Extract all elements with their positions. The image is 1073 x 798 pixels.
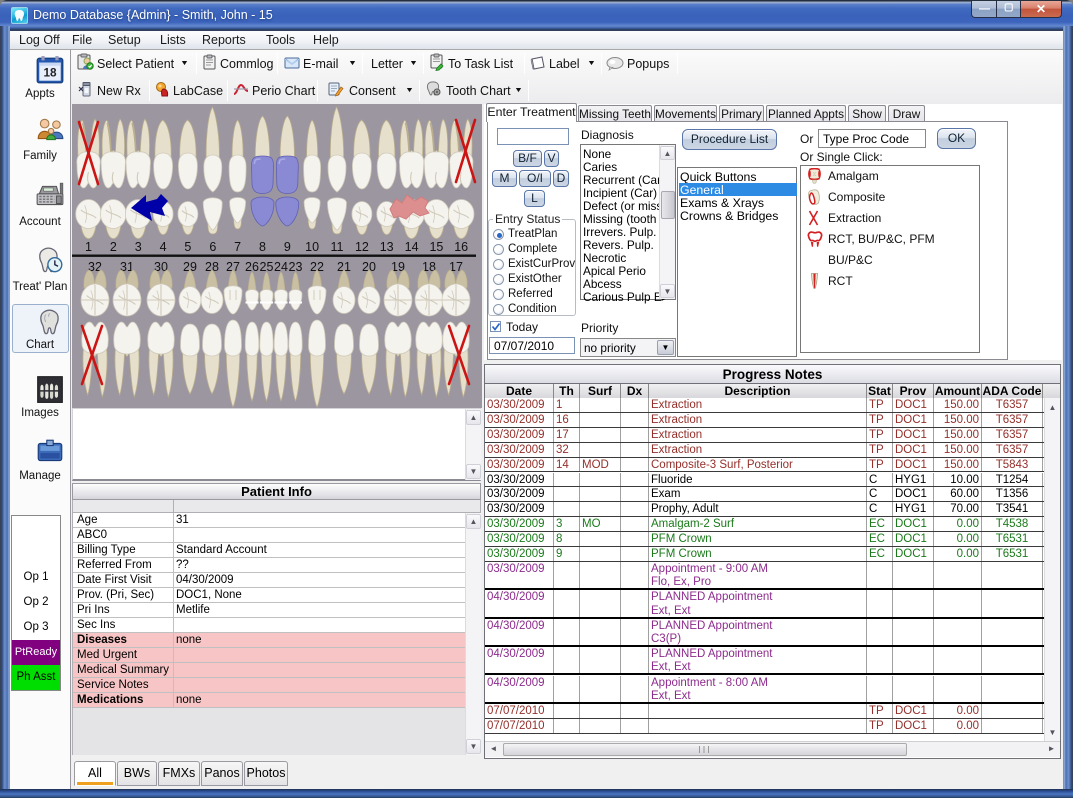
svg-text:4: 4 xyxy=(160,240,167,254)
svg-text:7: 7 xyxy=(234,240,241,254)
svg-text:10: 10 xyxy=(305,240,319,254)
svg-text:12: 12 xyxy=(355,240,369,254)
svg-text:18: 18 xyxy=(43,66,57,79)
svg-text:2: 2 xyxy=(110,240,117,254)
svg-text:11: 11 xyxy=(331,240,344,254)
svg-text:5: 5 xyxy=(184,240,191,254)
svg-text:15: 15 xyxy=(429,240,443,254)
svg-text:8: 8 xyxy=(259,240,266,254)
svg-text:6: 6 xyxy=(209,240,216,254)
svg-text:9: 9 xyxy=(284,240,291,254)
svg-text:3: 3 xyxy=(135,240,142,254)
svg-text:1: 1 xyxy=(85,240,92,254)
svg-text:16: 16 xyxy=(454,240,468,254)
svg-text:14: 14 xyxy=(405,240,419,254)
svg-text:13: 13 xyxy=(380,240,394,254)
